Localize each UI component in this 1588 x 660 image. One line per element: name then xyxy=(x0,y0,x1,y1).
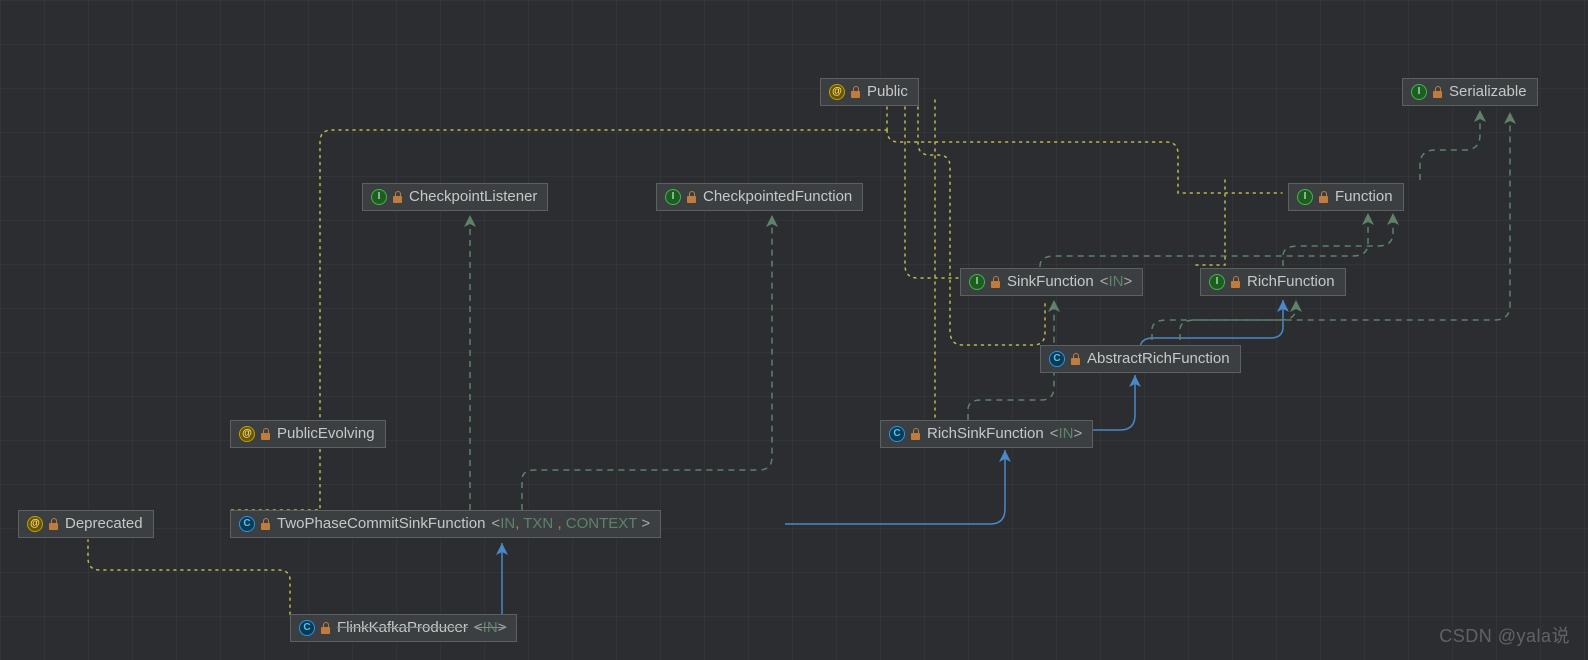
generics: <IN> xyxy=(1050,425,1083,442)
lock-icon xyxy=(851,86,861,98)
node-public[interactable]: @ Public xyxy=(820,78,919,106)
generics: <IN, TXN , CONTEXT > xyxy=(491,515,650,532)
node-label: FlinkKafkaProducer xyxy=(337,619,468,636)
edges-layer xyxy=(0,0,1588,660)
node-abstract-rich-function[interactable]: C AbstractRichFunction xyxy=(1040,345,1241,373)
node-label: RichFunction xyxy=(1247,273,1335,290)
watermark: CSDN @yala说 xyxy=(1439,622,1570,648)
node-checkpointed-function[interactable]: I CheckpointedFunction xyxy=(656,183,863,211)
class-icon: C xyxy=(889,426,905,442)
interface-icon: I xyxy=(1297,189,1313,205)
class-icon: C xyxy=(1049,351,1065,367)
lock-icon xyxy=(1319,191,1329,203)
node-label: CheckpointListener xyxy=(409,188,537,205)
annotation-icon: @ xyxy=(27,516,43,532)
lock-icon xyxy=(261,518,271,530)
node-label: CheckpointedFunction xyxy=(703,188,852,205)
node-label: Deprecated xyxy=(65,515,143,532)
annotation-icon: @ xyxy=(239,426,255,442)
node-flink-kafka-producer[interactable]: C FlinkKafkaProducer <IN> xyxy=(290,614,517,642)
node-function[interactable]: I Function xyxy=(1288,183,1404,211)
generics: <IN> xyxy=(1100,273,1133,290)
node-label: SinkFunction xyxy=(1007,273,1094,290)
interface-icon: I xyxy=(1411,84,1427,100)
node-label: TwoPhaseCommitSinkFunction xyxy=(277,515,485,532)
lock-icon xyxy=(393,191,403,203)
node-public-evolving[interactable]: @ PublicEvolving xyxy=(230,420,386,448)
lock-icon xyxy=(1433,86,1443,98)
class-icon: C xyxy=(299,620,315,636)
lock-icon xyxy=(911,428,921,440)
lock-icon xyxy=(321,622,331,634)
class-icon: C xyxy=(239,516,255,532)
interface-icon: I xyxy=(969,274,985,290)
generics: <IN> xyxy=(474,619,507,636)
lock-icon xyxy=(49,518,59,530)
node-two-phase-commit-sink-function[interactable]: C TwoPhaseCommitSinkFunction <IN, TXN , … xyxy=(230,510,661,538)
node-checkpoint-listener[interactable]: I CheckpointListener xyxy=(362,183,548,211)
annotation-icon: @ xyxy=(829,84,845,100)
lock-icon xyxy=(1231,276,1241,288)
node-deprecated[interactable]: @ Deprecated xyxy=(18,510,154,538)
node-rich-sink-function[interactable]: C RichSinkFunction <IN> xyxy=(880,420,1093,448)
node-rich-function[interactable]: I RichFunction xyxy=(1200,268,1346,296)
interface-icon: I xyxy=(1209,274,1225,290)
lock-icon xyxy=(991,276,1001,288)
node-label: Serializable xyxy=(1449,83,1527,100)
node-label: Function xyxy=(1335,188,1393,205)
lock-icon xyxy=(1071,353,1081,365)
node-sink-function[interactable]: I SinkFunction <IN> xyxy=(960,268,1143,296)
lock-icon xyxy=(687,191,697,203)
node-serializable[interactable]: I Serializable xyxy=(1402,78,1538,106)
node-label: PublicEvolving xyxy=(277,425,375,442)
node-label: Public xyxy=(867,83,908,100)
node-label: RichSinkFunction xyxy=(927,425,1044,442)
interface-icon: I xyxy=(371,189,387,205)
interface-icon: I xyxy=(665,189,681,205)
node-label: AbstractRichFunction xyxy=(1087,350,1230,367)
lock-icon xyxy=(261,428,271,440)
